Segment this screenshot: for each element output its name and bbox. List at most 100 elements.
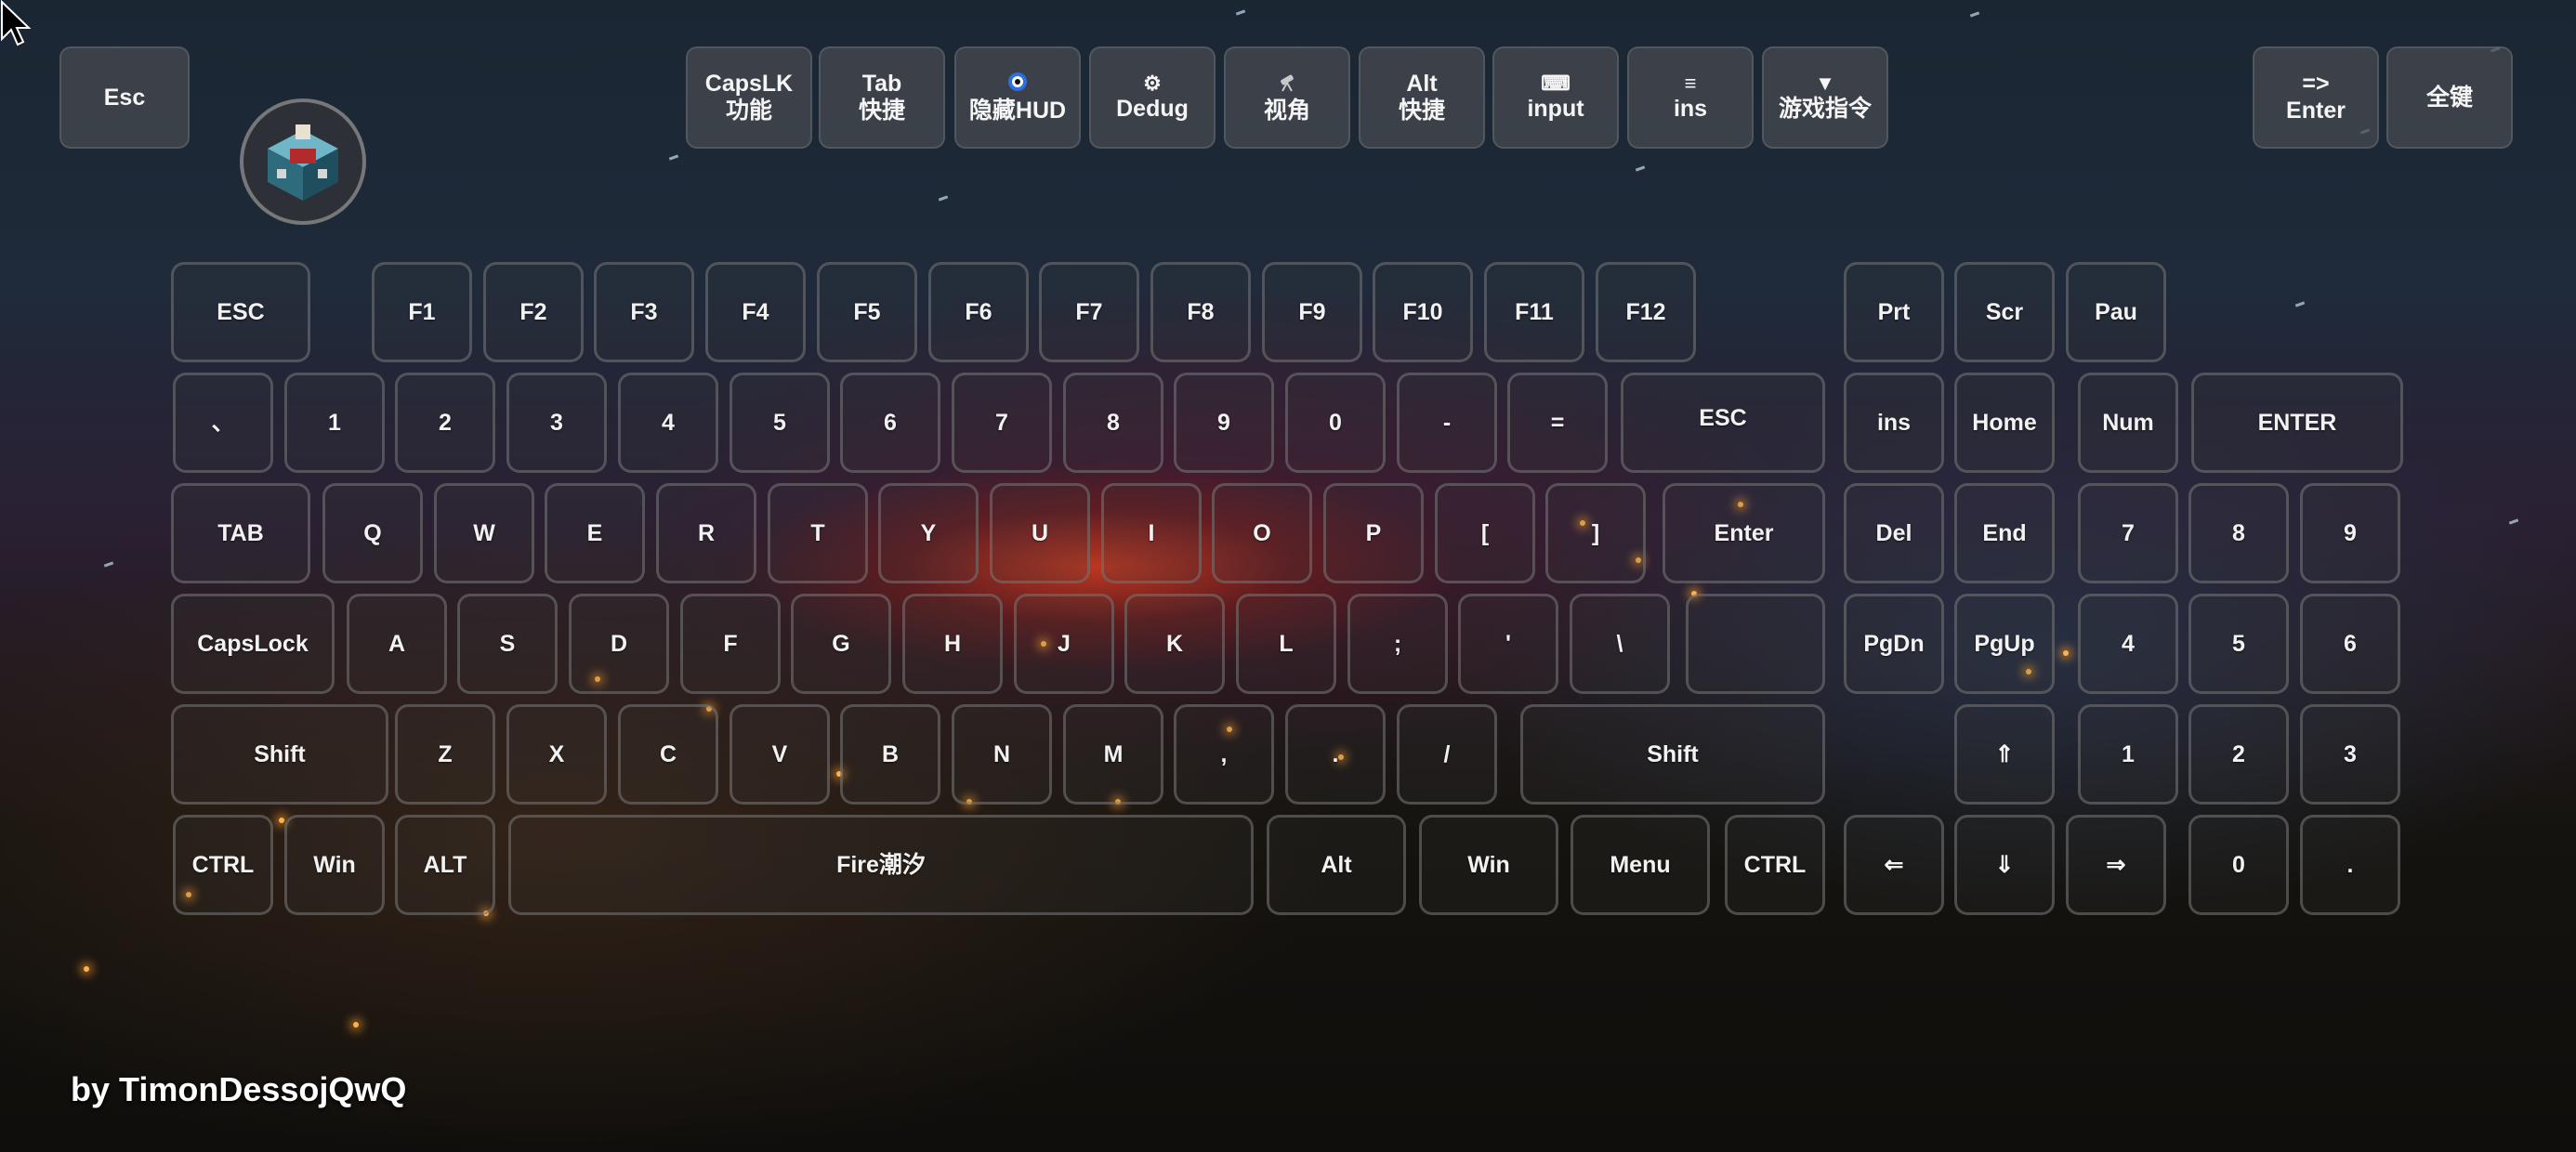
all-keys-button[interactable]: 全键 (2386, 46, 2513, 149)
key-quote[interactable]: ' (1458, 594, 1558, 694)
key-period[interactable]: . (1285, 704, 1386, 805)
key-numpad-enter[interactable]: ENTER (2191, 373, 2403, 473)
key-f[interactable]: F (680, 594, 781, 694)
key-prt[interactable]: Prt (1844, 262, 1944, 362)
key-o[interactable]: O (1212, 483, 1312, 583)
key-comma[interactable]: , (1174, 704, 1274, 805)
key-f3[interactable]: F3 (594, 262, 694, 362)
key-arrow-right[interactable]: ⇒ (2066, 815, 2166, 915)
key-p[interactable]: P (1323, 483, 1424, 583)
dedug-button[interactable]: ⚙ Dedug (1089, 46, 1216, 149)
key-4[interactable]: 4 (618, 373, 718, 473)
avatar[interactable] (240, 98, 366, 225)
key-scr[interactable]: Scr (1954, 262, 2055, 362)
key-j[interactable]: J (1014, 594, 1114, 694)
key-a[interactable]: A (347, 594, 447, 694)
key-f2[interactable]: F2 (483, 262, 584, 362)
key-l[interactable]: L (1236, 594, 1336, 694)
key-f9[interactable]: F9 (1262, 262, 1362, 362)
key-i[interactable]: I (1101, 483, 1202, 583)
key-num[interactable]: Num (2078, 373, 2178, 473)
key-f12[interactable]: F12 (1596, 262, 1696, 362)
key-1[interactable]: 1 (284, 373, 385, 473)
key-numpad-6[interactable]: 6 (2300, 594, 2400, 694)
key-2[interactable]: 2 (395, 373, 495, 473)
ins-button[interactable]: ≡ ins (1627, 46, 1754, 149)
key-numpad-3[interactable]: 3 (2300, 704, 2400, 805)
enter-button[interactable]: => Enter (2253, 46, 2379, 149)
key-minus[interactable]: - (1397, 373, 1497, 473)
key-f4[interactable]: F4 (705, 262, 806, 362)
key-slash[interactable]: / (1397, 704, 1497, 805)
key-t[interactable]: T (768, 483, 868, 583)
key-del[interactable]: Del (1844, 483, 1944, 583)
capslock-function-button[interactable]: CapsLK 功能 (686, 46, 812, 149)
key-pgdn[interactable]: PgDn (1844, 594, 1944, 694)
alt-shortcut-button[interactable]: Alt 快捷 (1359, 46, 1485, 149)
key-3[interactable]: 3 (506, 373, 607, 473)
key-u[interactable]: U (990, 483, 1090, 583)
key-right-alt[interactable]: Alt (1267, 815, 1406, 915)
view-angle-button[interactable]: 视角 (1224, 46, 1350, 149)
key-right-bracket[interactable]: ] (1545, 483, 1646, 583)
key-enter[interactable]: Enter (1663, 483, 1825, 583)
key-h[interactable]: H (902, 594, 1003, 694)
key-y[interactable]: Y (878, 483, 979, 583)
key-esc-2[interactable]: ESC (1621, 373, 1825, 473)
key-0[interactable]: 0 (1285, 373, 1386, 473)
key-end[interactable]: End (1954, 483, 2055, 583)
key-numpad-period[interactable]: . (2300, 815, 2400, 915)
key-right-ctrl[interactable]: CTRL (1725, 815, 1825, 915)
key-q[interactable]: Q (322, 483, 423, 583)
key-numpad-1[interactable]: 1 (2078, 704, 2178, 805)
key-backslash[interactable]: \ (1570, 594, 1670, 694)
key-d[interactable]: D (569, 594, 669, 694)
key-x[interactable]: X (506, 704, 607, 805)
key-equals[interactable]: = (1507, 373, 1608, 473)
key-f8[interactable]: F8 (1150, 262, 1251, 362)
key-left-ctrl[interactable]: CTRL (173, 815, 273, 915)
key-g[interactable]: G (791, 594, 891, 694)
key-w[interactable]: W (434, 483, 534, 583)
key-arrow-down[interactable]: ⇓ (1954, 815, 2055, 915)
key-f11[interactable]: F11 (1484, 262, 1584, 362)
key-m[interactable]: M (1063, 704, 1163, 805)
key-semicolon[interactable]: ; (1347, 594, 1448, 694)
key-arrow-left[interactable]: ⇐ (1844, 815, 1944, 915)
key-numpad-4[interactable]: 4 (2078, 594, 2178, 694)
hide-hud-button[interactable]: 隐藏HUD (954, 46, 1081, 149)
key-tab[interactable]: TAB (171, 483, 310, 583)
key-9[interactable]: 9 (1174, 373, 1274, 473)
tab-shortcut-button[interactable]: Tab 快捷 (819, 46, 945, 149)
key-f7[interactable]: F7 (1039, 262, 1139, 362)
key-ins[interactable]: ins (1844, 373, 1944, 473)
key-numpad-2[interactable]: 2 (2188, 704, 2289, 805)
key-esc[interactable]: ESC (171, 262, 310, 362)
key-numpad-7[interactable]: 7 (2078, 483, 2178, 583)
input-button[interactable]: ⌨ input (1492, 46, 1619, 149)
key-space[interactable]: Fire潮汐 (508, 815, 1254, 915)
key-v[interactable]: V (729, 704, 830, 805)
key-f1[interactable]: F1 (372, 262, 472, 362)
key-e[interactable]: E (545, 483, 645, 583)
key-left-win[interactable]: Win (284, 815, 385, 915)
key-7[interactable]: 7 (952, 373, 1052, 473)
key-numpad-0[interactable]: 0 (2188, 815, 2289, 915)
key-numpad-9[interactable]: 9 (2300, 483, 2400, 583)
key-blank[interactable] (1686, 594, 1825, 694)
key-k[interactable]: K (1124, 594, 1225, 694)
game-command-button[interactable]: ▼ 游戏指令 (1762, 46, 1888, 149)
esc-button[interactable]: Esc (59, 46, 190, 149)
key-r[interactable]: R (656, 483, 756, 583)
key-backtick[interactable]: 、 (173, 373, 273, 473)
key-numpad-8[interactable]: 8 (2188, 483, 2289, 583)
key-home[interactable]: Home (1954, 373, 2055, 473)
key-right-shift[interactable]: Shift (1520, 704, 1825, 805)
key-6[interactable]: 6 (840, 373, 940, 473)
key-menu[interactable]: Menu (1571, 815, 1710, 915)
key-numpad-5[interactable]: 5 (2188, 594, 2289, 694)
key-c[interactable]: C (618, 704, 718, 805)
key-z[interactable]: Z (395, 704, 495, 805)
key-arrow-up[interactable]: ⇑ (1954, 704, 2055, 805)
key-pgup[interactable]: PgUp (1954, 594, 2055, 694)
